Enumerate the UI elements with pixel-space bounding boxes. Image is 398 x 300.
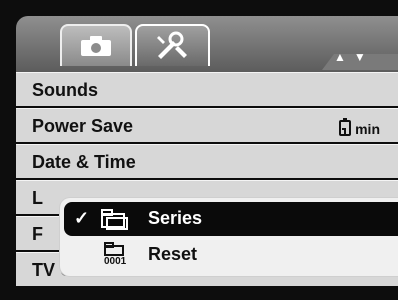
menu-item-power-save[interactable]: Power Save min	[16, 108, 398, 142]
camera-icon	[81, 36, 111, 56]
menu-item-label: Sounds	[32, 80, 98, 100]
popup-option-reset[interactable]: 0001 Reset	[60, 238, 398, 272]
series-folder-icon	[101, 209, 128, 230]
popup-option-label: Reset	[148, 244, 198, 264]
reset-file-number-icon: 0001	[104, 242, 142, 270]
menu-item-label: L	[32, 188, 43, 208]
menu-item-date-time[interactable]: Date & Time	[16, 144, 398, 178]
camera-settings-screen: ▲▼ Sounds Power Save min Date & Time L F	[0, 0, 398, 300]
check-icon: ✓	[74, 208, 90, 228]
power-save-icon	[339, 118, 352, 136]
popup-option-label: Series	[148, 208, 203, 228]
file-numbering-popup: ✓ Series 0001 Reset	[60, 198, 398, 276]
tab-camera[interactable]	[60, 24, 132, 66]
menu-item-label: F	[32, 224, 43, 244]
scroll-indicator[interactable]: ▲▼	[310, 42, 398, 70]
tools-icon	[156, 31, 187, 59]
up-down-arrows-icon: ▲▼	[334, 50, 374, 64]
popup-option-series[interactable]: ✓ Series	[64, 202, 398, 236]
menu-item-label: Power Save	[32, 116, 134, 136]
tab-setup[interactable]	[135, 24, 210, 66]
menu-item-sounds[interactable]: Sounds	[16, 72, 398, 106]
menu-item-label: Date & Time	[32, 152, 136, 172]
power-save-value: min	[337, 117, 380, 137]
